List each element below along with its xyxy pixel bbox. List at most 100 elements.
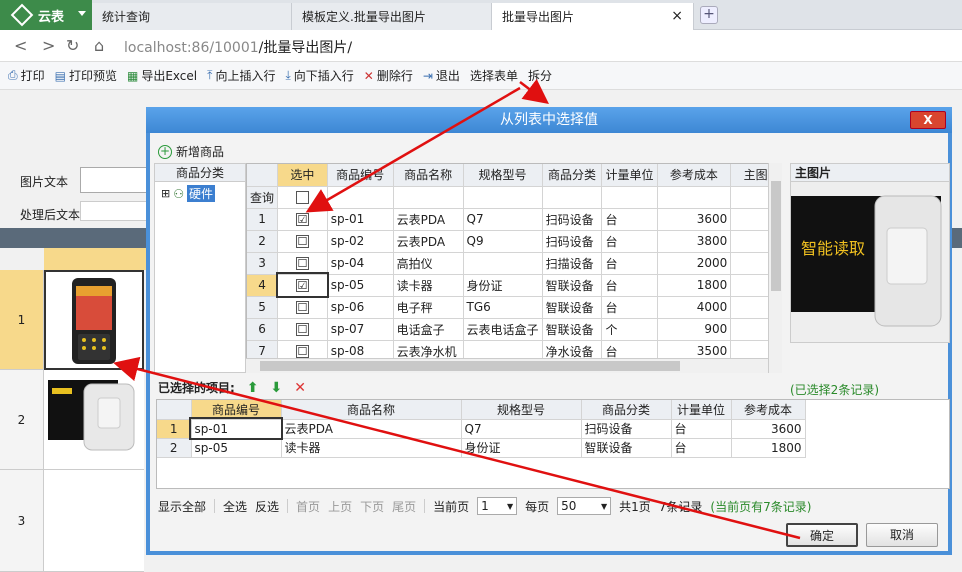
per-page-select[interactable]: 50 ▼ <box>557 497 612 515</box>
table-row[interactable]: 3 ☐ sp-04 高拍仪 扫描设备台 2000 <box>247 252 781 275</box>
print-preview-button[interactable]: ▤ 打印预览 <box>55 67 117 84</box>
selected-name[interactable]: 云表PDA <box>281 419 462 439</box>
column-header[interactable]: 商品编号 <box>191 400 282 420</box>
row-header[interactable]: 3 <box>0 470 44 572</box>
close-icon[interactable]: × <box>671 8 683 24</box>
column-header[interactable]: 规格型号 <box>463 164 543 187</box>
image-cell[interactable] <box>44 470 144 572</box>
processed-text-input[interactable] <box>80 201 148 221</box>
selected-cost[interactable]: 1800 <box>731 438 806 458</box>
check-cell[interactable]: ☐ <box>277 296 328 319</box>
column-header[interactable]: 参考成本 <box>657 164 732 187</box>
show-all-link[interactable]: 显示全部 <box>158 498 206 515</box>
selected-unit[interactable]: 台 <box>671 419 732 439</box>
selected-spec[interactable]: Q7 <box>461 419 582 439</box>
checkbox[interactable]: ☐ <box>295 345 309 358</box>
vertical-scrollbar[interactable] <box>768 163 782 373</box>
check-cell[interactable]: ☐ <box>277 252 328 275</box>
dialog-close-button[interactable]: X <box>910 111 946 129</box>
scroll-thumb[interactable] <box>260 361 680 371</box>
prev-page-link[interactable]: 上页 <box>328 498 352 515</box>
select-form-button[interactable]: 选择表单 <box>470 67 518 84</box>
last-page-link[interactable]: 尾页 <box>392 498 416 515</box>
checkbox[interactable] <box>295 191 309 204</box>
selected-code[interactable]: sp-01 <box>189 417 283 440</box>
scroll-thumb[interactable] <box>771 181 781 291</box>
refresh-icon[interactable]: ↻ <box>66 36 79 55</box>
column-header[interactable]: 商品名称 <box>281 400 462 420</box>
column-header[interactable]: 商品分类 <box>581 400 672 420</box>
first-page-link[interactable]: 首页 <box>296 498 320 515</box>
back-icon[interactable]: < <box>14 36 27 55</box>
tab-template-definition[interactable]: 模板定义.批量导出图片 <box>292 3 492 30</box>
tab-statistics[interactable]: 统计查询 <box>92 3 292 30</box>
selected-category[interactable]: 智联设备 <box>581 438 672 458</box>
split-button[interactable]: 拆分 <box>528 67 552 84</box>
expand-icon[interactable]: ⊞ <box>161 187 170 200</box>
check-cell[interactable]: ☐ <box>277 230 328 253</box>
table-row[interactable]: 1 ☑ sp-01 云表PDA Q7 扫码设备台 3600 <box>247 208 781 231</box>
query-cell[interactable] <box>601 186 658 209</box>
selected-cost[interactable]: 3600 <box>731 419 806 439</box>
check-cell[interactable]: ☐ <box>277 318 328 341</box>
check-cell[interactable]: ☑ <box>275 272 330 298</box>
print-button[interactable]: ⎙ 打印 <box>8 67 45 84</box>
table-row[interactable]: 2 sp-05 读卡器 身份证 智联设备台 1800 <box>157 438 806 458</box>
check-cell[interactable]: ☑ <box>277 208 328 231</box>
checkbox[interactable]: ☐ <box>295 323 309 336</box>
image-cell[interactable] <box>44 370 144 470</box>
column-header[interactable]: 规格型号 <box>461 400 582 420</box>
column-header[interactable]: 参考成本 <box>731 400 806 420</box>
table-row[interactable]: 5 ☐ sp-06 电子秤 TG6 智联设备台 4000 <box>247 296 781 319</box>
query-check-cell[interactable] <box>277 186 328 209</box>
move-up-icon[interactable]: ⬆ <box>247 380 259 396</box>
checkbox[interactable]: ☐ <box>295 301 309 314</box>
table-row[interactable]: 1 sp-01 云表PDA Q7 扫码设备台 3600 <box>157 417 806 440</box>
select-all-link[interactable]: 全选 <box>223 498 247 515</box>
url-field[interactable]: localhost:86/10001/批量导出图片/ <box>124 37 352 57</box>
column-header[interactable]: 计量单位 <box>671 400 732 420</box>
forward-icon[interactable]: > <box>42 36 55 55</box>
query-cell[interactable] <box>463 186 543 209</box>
new-tab-button[interactable]: + <box>700 6 718 24</box>
tree-node-hardware[interactable]: ⊞ ⚇ 硬件 <box>161 185 215 202</box>
delete-row-button[interactable]: ✕ 删除行 <box>364 67 413 84</box>
selected-code[interactable]: sp-05 <box>191 438 282 458</box>
column-header[interactable]: 商品名称 <box>393 164 464 187</box>
checkbox[interactable]: ☑ <box>295 279 309 292</box>
column-header[interactable]: 商品分类 <box>542 164 603 187</box>
table-row[interactable]: 2 ☐ sp-02 云表PDA Q9 扫码设备台 3800 <box>247 230 781 253</box>
horizontal-scrollbar[interactable] <box>246 358 768 373</box>
home-icon[interactable]: ⌂ <box>94 36 104 55</box>
exit-button[interactable]: ⇥ 退出 <box>423 67 460 84</box>
column-header-selected[interactable] <box>44 248 148 270</box>
tab-batch-export[interactable]: 批量导出图片 × <box>492 3 694 30</box>
cancel-button[interactable]: 取消 <box>866 523 938 547</box>
column-header[interactable]: 计量单位 <box>601 164 658 187</box>
ok-button[interactable]: 确定 <box>786 523 858 547</box>
query-cell[interactable] <box>393 186 464 209</box>
row-header[interactable]: 2 <box>0 370 44 470</box>
selected-spec[interactable]: 身份证 <box>461 438 582 458</box>
remove-icon[interactable]: ✕ <box>294 380 306 396</box>
query-cell[interactable] <box>542 186 603 209</box>
image-text-input[interactable] <box>80 167 148 193</box>
selected-category[interactable]: 扫码设备 <box>581 419 672 439</box>
checkbox[interactable]: ☑ <box>295 213 309 226</box>
insert-below-button[interactable]: ⤓ 向下插入行 <box>285 67 353 84</box>
checkbox[interactable]: ☐ <box>295 257 309 270</box>
export-excel-button[interactable]: ▦ 导出Excel <box>127 67 197 84</box>
current-page-select[interactable]: 1 ▼ <box>477 497 518 515</box>
next-page-link[interactable]: 下页 <box>360 498 384 515</box>
query-cell[interactable] <box>327 186 394 209</box>
move-down-icon[interactable]: ⬇ <box>271 380 283 396</box>
row-header[interactable]: 1 <box>0 270 44 370</box>
invert-link[interactable]: 反选 <box>255 498 279 515</box>
column-header[interactable]: 选中 <box>277 164 328 187</box>
image-cell[interactable] <box>44 270 144 370</box>
app-menu-button[interactable]: 云表 <box>0 0 92 30</box>
table-row[interactable]: 6 ☐ sp-07 电话盒子 云表电话盒子 智联设备个 900 <box>247 318 781 341</box>
selected-name[interactable]: 读卡器 <box>281 438 462 458</box>
selected-unit[interactable]: 台 <box>671 438 732 458</box>
insert-above-button[interactable]: ⤒ 向上插入行 <box>207 67 275 84</box>
